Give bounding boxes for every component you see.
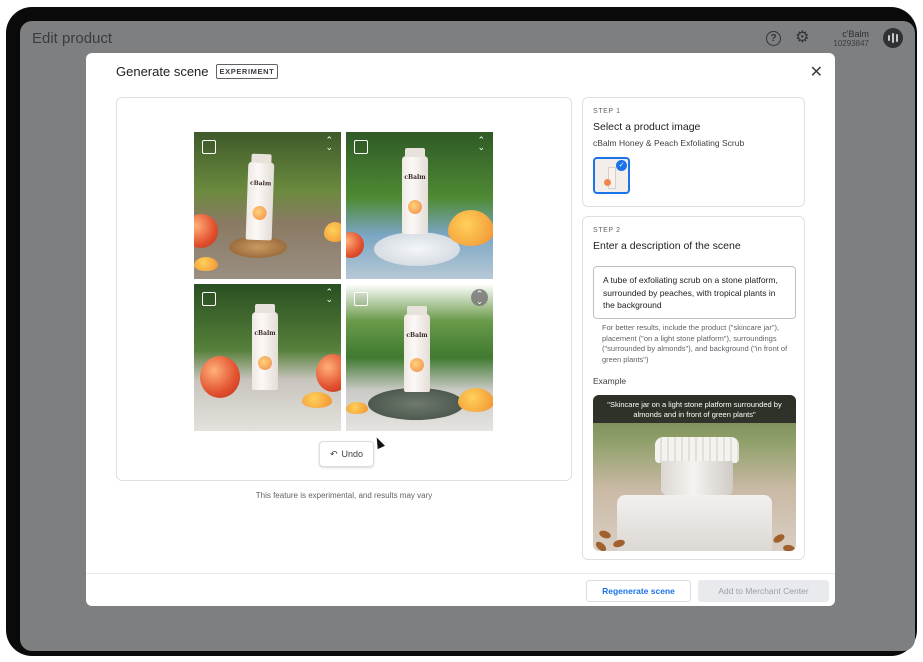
close-icon[interactable]: ✕ (810, 62, 823, 82)
dialog-footer: Regenerate scene Add to Merchant Center (86, 573, 835, 606)
step-heading: Enter a description of the scene (593, 240, 741, 252)
image-select-checkbox[interactable] (202, 292, 216, 306)
expand-icon[interactable]: ⌃ ⌄ (325, 136, 333, 152)
undo-label: Undo (341, 449, 364, 459)
regenerate-scene-button[interactable]: Regenerate scene (586, 580, 691, 602)
example-label: Example (593, 376, 627, 386)
product-name: cBalm Honey & Peach Exfoliating Scrub (593, 138, 745, 148)
account-info[interactable]: c'Balm 10293847 (833, 29, 869, 48)
check-icon: ✓ (616, 160, 627, 171)
generated-image-tile-1[interactable]: cBalm ⌃ ⌄ (194, 132, 341, 279)
example-image: "Skincare jar on a light stone platform … (593, 395, 796, 551)
tube-brand-label: cBalm (254, 330, 276, 337)
tube-brand-label: cBalm (404, 174, 426, 181)
expand-icon[interactable]: ⌃ ⌄ (477, 136, 485, 152)
add-to-merchant-center-button[interactable]: Add to Merchant Center (698, 580, 829, 602)
expand-icon[interactable]: ⌃ ⌄ (325, 288, 333, 304)
top-bar-actions: ? ⚙ c'Balm 10293847 (766, 28, 903, 48)
generated-image-tile-3[interactable]: cBalm ⌃ ⌄ (194, 284, 341, 431)
generated-image-tile-2[interactable]: cBalm ⌃ ⌄ (346, 132, 493, 279)
product-image-thumbnail[interactable]: ✓ (593, 157, 630, 194)
experimental-disclaimer: This feature is experimental, and result… (255, 491, 433, 500)
dialog-title: Generate scene (116, 64, 209, 79)
step-label: STEP 2 (593, 227, 621, 234)
account-name: c'Balm (842, 28, 869, 39)
tube-brand-label: cBalm (406, 332, 428, 339)
example-caption: "Skincare jar on a light stone platform … (593, 395, 796, 423)
expand-icon[interactable]: ⌃ ⌄ (471, 289, 488, 306)
step-heading: Select a product image (593, 121, 701, 133)
step-1-card: STEP 1 Select a product image cBalm Hone… (582, 97, 805, 207)
top-bar: Edit product ? ⚙ c'Balm 10293847 (20, 21, 915, 55)
undo-icon: ↶ (330, 448, 338, 459)
description-hint: For better results, include the product … (602, 323, 788, 364)
step-label: STEP 1 (593, 108, 621, 115)
tube-brand-label: cBalm (249, 179, 272, 188)
generated-images-panel: cBalm ⌃ ⌄ cBalm ⌃ ⌄ cBalm ⌃ ⌄ cBalm ⌃ ⌄ … (116, 97, 572, 481)
undo-button[interactable]: ↶ Undo (319, 441, 375, 467)
scene-description-input[interactable]: A tube of exfoliating scrub on a stone p… (593, 266, 796, 319)
image-select-checkbox[interactable] (354, 292, 368, 306)
step-2-card: STEP 2 Enter a description of the scene … (582, 216, 805, 560)
dialog-header: Generate scene EXPERIMENT (116, 64, 279, 79)
page-title: Edit product (32, 29, 113, 47)
image-select-checkbox[interactable] (354, 140, 368, 154)
image-select-checkbox[interactable] (202, 140, 216, 154)
generated-image-tile-4[interactable]: cBalm ⌃ ⌄ (346, 284, 493, 431)
experiment-badge: EXPERIMENT (215, 64, 279, 79)
gear-icon[interactable]: ⚙ (795, 30, 809, 46)
generate-scene-dialog: Generate scene EXPERIMENT ✕ cBalm ⌃ ⌄ cB… (86, 53, 835, 606)
help-icon[interactable]: ? (766, 30, 782, 46)
account-id: 10293847 (833, 38, 869, 48)
avatar[interactable] (883, 28, 903, 48)
